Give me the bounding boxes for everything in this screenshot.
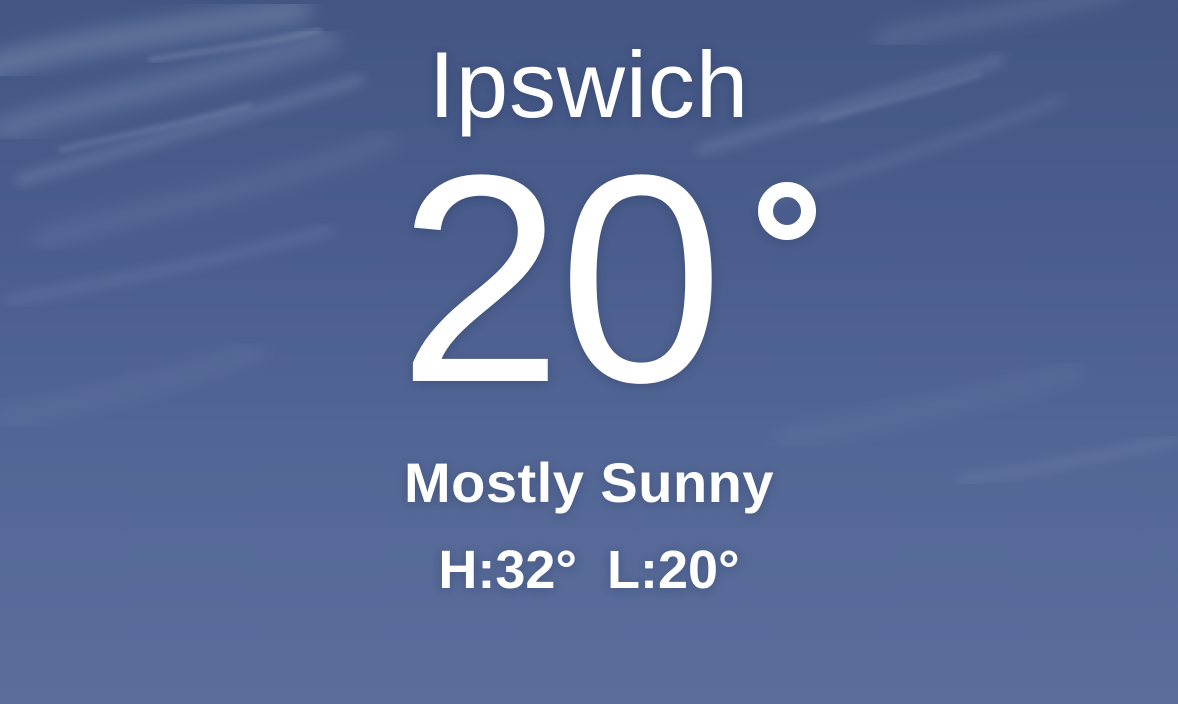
high-temperature: H:32° xyxy=(438,540,577,600)
high-low-temperatures: H:32° L:20° xyxy=(0,538,1178,602)
current-temperature: 20 xyxy=(398,113,858,444)
degree-icon xyxy=(758,182,816,240)
low-temperature: L:20° xyxy=(607,540,740,600)
current-weather-summary: Ipswich 20 Mostly Sunny H:32° L:20° xyxy=(0,0,1178,704)
temperature-value: 20 xyxy=(398,113,723,444)
weather-condition: Mostly Sunny xyxy=(403,451,775,514)
